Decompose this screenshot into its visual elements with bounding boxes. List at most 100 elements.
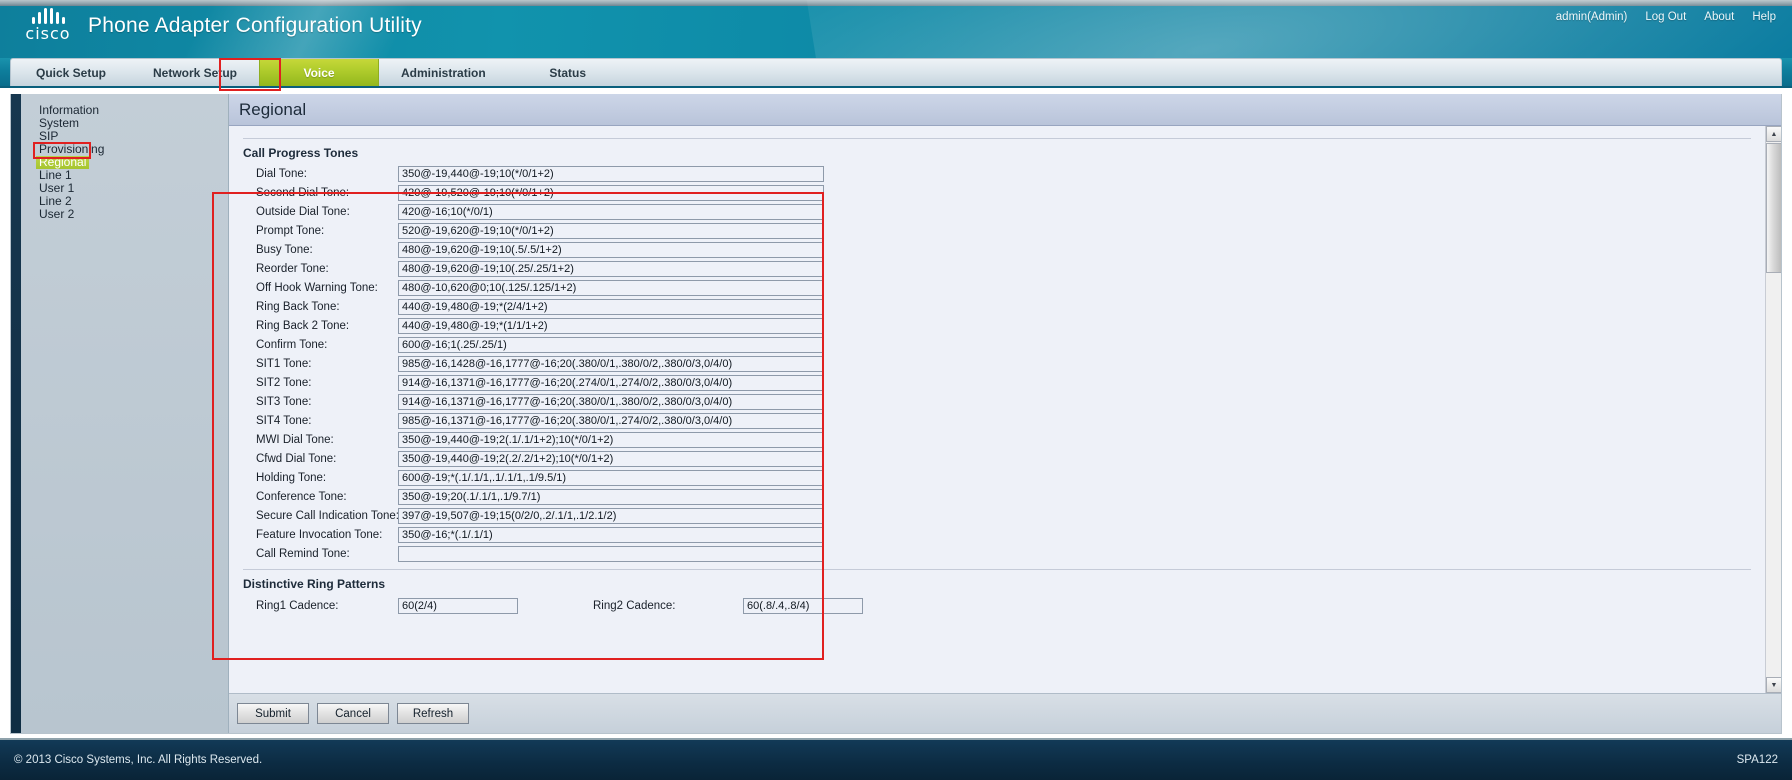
- ring2-cadence-label: Ring2 Cadence:: [593, 600, 676, 612]
- content-frame: Information System SIP Provisioning Regi…: [10, 94, 1782, 734]
- tone-input[interactable]: [398, 545, 824, 562]
- form-area: Call Progress Tones Dial Tone: Second Dia…: [229, 126, 1765, 693]
- sidebar-item-label: User 2: [39, 207, 75, 221]
- cancel-button[interactable]: Cancel: [317, 703, 389, 724]
- tone-input[interactable]: [398, 165, 824, 182]
- tone-row: Second Dial Tone:: [243, 183, 1751, 202]
- tab-voice[interactable]: Voice: [259, 59, 380, 86]
- tone-input[interactable]: [398, 241, 824, 258]
- tone-label: Dial Tone:: [256, 167, 307, 180]
- tone-input[interactable]: [398, 355, 824, 372]
- tone-label: Reorder Tone:: [256, 262, 329, 275]
- sidebar: Information System SIP Provisioning Regi…: [11, 94, 229, 733]
- main-navigation: Quick Setup Network Setup Voice Administ…: [0, 58, 1792, 88]
- tone-input[interactable]: [398, 469, 824, 486]
- tone-row: SIT3 Tone:: [243, 392, 1751, 411]
- tone-label: SIT3 Tone:: [256, 395, 312, 408]
- tone-row: Reorder Tone:: [243, 259, 1751, 278]
- tone-label: Secure Call Indication Tone:: [256, 509, 399, 522]
- tone-row: Ring Back 2 Tone:: [243, 316, 1751, 335]
- vertical-scrollbar[interactable]: ▲ ▼: [1765, 126, 1781, 693]
- cisco-wordmark: cisco: [25, 24, 71, 43]
- tone-label: Feature Invocation Tone:: [256, 528, 383, 541]
- tone-label: SIT4 Tone:: [256, 414, 312, 427]
- scroll-up-arrow-icon[interactable]: ▲: [1766, 126, 1781, 142]
- tone-row: SIT4 Tone:: [243, 411, 1751, 430]
- page-footer: © 2013 Cisco Systems, Inc. All Rights Re…: [0, 738, 1792, 780]
- tab-quick-setup[interactable]: Quick Setup: [11, 59, 131, 86]
- tone-row: Feature Invocation Tone:: [243, 525, 1751, 544]
- refresh-button[interactable]: Refresh: [397, 703, 469, 724]
- tone-label: Conference Tone:: [256, 490, 347, 503]
- tone-label: Ring Back 2 Tone:: [256, 319, 350, 332]
- tone-row: Conference Tone:: [243, 487, 1751, 506]
- tone-row: Confirm Tone:: [243, 335, 1751, 354]
- tone-input[interactable]: [398, 393, 824, 410]
- copyright-text: © 2013 Cisco Systems, Inc. All Rights Re…: [14, 754, 263, 766]
- tone-label: SIT1 Tone:: [256, 357, 312, 370]
- tone-input[interactable]: [398, 450, 824, 467]
- device-model-label: SPA122: [1736, 754, 1778, 766]
- scrollbar-thumb[interactable]: [1766, 143, 1781, 273]
- tone-input[interactable]: [398, 507, 824, 524]
- tone-input[interactable]: [398, 336, 824, 353]
- tone-label: Outside Dial Tone:: [256, 205, 350, 218]
- page-body: Information System SIP Provisioning Regi…: [0, 88, 1792, 734]
- page-header: cisco Phone Adapter Configuration Utilit…: [0, 0, 1792, 58]
- submit-button[interactable]: Submit: [237, 703, 309, 724]
- tab-network-setup[interactable]: Network Setup: [131, 59, 259, 86]
- tone-label: MWI Dial Tone:: [256, 433, 334, 446]
- tone-row: Secure Call Indication Tone:: [243, 506, 1751, 525]
- nav-tab-strip: Quick Setup Network Setup Voice Administ…: [10, 58, 1782, 86]
- scroll-down-arrow-icon[interactable]: ▼: [1766, 677, 1781, 693]
- distinctive-ring-patterns-heading: Distinctive Ring Patterns: [243, 577, 386, 591]
- tone-input[interactable]: [398, 488, 824, 505]
- user-link[interactable]: admin(Admin): [1556, 11, 1628, 23]
- tone-row: Ring Back Tone:: [243, 297, 1751, 316]
- ring1-cadence-label: Ring1 Cadence:: [256, 600, 339, 612]
- tone-row: Busy Tone:: [243, 240, 1751, 259]
- tone-input[interactable]: [398, 526, 824, 543]
- tab-status[interactable]: Status: [508, 59, 628, 86]
- application-window: cisco Phone Adapter Configuration Utilit…: [0, 0, 1792, 780]
- ring1-cadence-input[interactable]: [398, 598, 518, 614]
- tone-input[interactable]: [398, 298, 824, 315]
- tone-input[interactable]: [398, 412, 824, 429]
- page-title: Phone Adapter Configuration Utility: [88, 14, 422, 37]
- tone-label: Ring Back Tone:: [256, 300, 340, 313]
- logout-link[interactable]: Log Out: [1645, 11, 1686, 23]
- ring2-cadence-input[interactable]: [743, 598, 863, 614]
- tab-administration[interactable]: Administration: [379, 59, 508, 86]
- tone-input[interactable]: [398, 374, 824, 391]
- tone-input[interactable]: [398, 222, 824, 239]
- tone-row: SIT2 Tone:: [243, 373, 1751, 392]
- tone-input[interactable]: [398, 431, 824, 448]
- tone-label: Call Remind Tone:: [256, 547, 350, 560]
- form-button-bar: Submit Cancel Refresh: [229, 693, 1781, 733]
- tone-label: Prompt Tone:: [256, 224, 325, 237]
- sidebar-item-user-2[interactable]: User 2: [11, 208, 228, 221]
- tone-input[interactable]: [398, 279, 824, 296]
- tone-label: Second Dial Tone:: [256, 186, 350, 199]
- tone-input[interactable]: [398, 184, 824, 201]
- scroll-region: Call Progress Tones Dial Tone: Second Dia…: [229, 126, 1781, 693]
- tone-row: Call Remind Tone:: [243, 544, 1751, 563]
- panel-title: Regional: [229, 94, 1781, 126]
- cisco-logo: cisco: [14, 8, 82, 50]
- tone-input[interactable]: [398, 260, 824, 277]
- sidebar-menu: Information System SIP Provisioning Regi…: [11, 104, 228, 221]
- section-divider-2: [243, 569, 1751, 570]
- tone-row: Prompt Tone:: [243, 221, 1751, 240]
- header-links: admin(Admin) Log Out About Help: [1556, 11, 1776, 23]
- tone-label: Holding Tone:: [256, 471, 327, 484]
- sidebar-item-regional[interactable]: Regional: [11, 156, 228, 169]
- tone-input[interactable]: [398, 317, 824, 334]
- call-progress-tones-heading: Call Progress Tones: [243, 146, 359, 160]
- help-link[interactable]: Help: [1752, 11, 1776, 23]
- tone-label: Confirm Tone:: [256, 338, 328, 351]
- tone-input[interactable]: [398, 203, 824, 220]
- tone-label: SIT2 Tone:: [256, 376, 312, 389]
- about-link[interactable]: About: [1704, 11, 1734, 23]
- content-panel: Regional Call Progress Tones Dial Tone: S…: [229, 94, 1781, 733]
- sidebar-item-label: Regional: [36, 156, 90, 169]
